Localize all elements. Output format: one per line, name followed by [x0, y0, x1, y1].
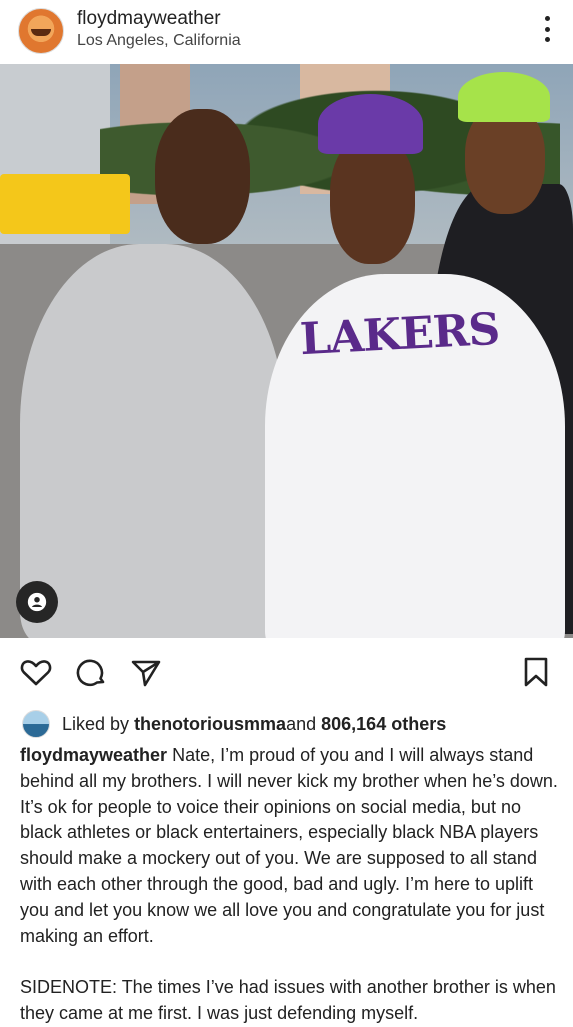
background-bus [0, 174, 130, 234]
comment-icon[interactable] [73, 654, 109, 690]
liker-avatar[interactable] [22, 710, 50, 738]
person-left-head [155, 109, 250, 244]
likes-prefix: Liked by [62, 713, 130, 734]
likes-count[interactable]: 806,164 others [321, 714, 446, 735]
send-icon[interactable] [128, 654, 164, 690]
caption-sidenote: SIDENOTE: The times I’ve had issues with… [20, 977, 556, 1023]
post-photo[interactable]: LAKERS [0, 64, 573, 638]
likes-middle: and [286, 713, 317, 734]
post-header: floydmayweather Los Angeles, California [0, 0, 573, 64]
caption-body: floydmayweather Nate, I’m proud of you a… [20, 743, 560, 949]
liker-username[interactable]: thenotoriousmma [134, 714, 286, 735]
person-center-hat [318, 94, 423, 154]
post-caption: floydmayweather Nate, I’m proud of you a… [20, 743, 560, 1027]
post-username[interactable]: floydmayweather [77, 8, 221, 30]
user-tag-icon[interactable] [16, 581, 58, 623]
caption-username[interactable]: floydmayweather [20, 745, 167, 765]
jersey-lettering: LAKERS [298, 303, 501, 366]
more-vertical-icon[interactable] [543, 16, 551, 42]
person-left [20, 244, 285, 638]
bookmark-icon[interactable] [518, 654, 554, 690]
person-right-hat [458, 72, 550, 122]
heart-icon[interactable] [18, 654, 54, 690]
post-location[interactable]: Los Angeles, California [77, 32, 241, 50]
caption-text: Nate, I’m proud of you and I will always… [20, 745, 558, 946]
likes-row[interactable]: Liked by thenotoriousmma and 806,164 oth… [22, 710, 446, 738]
background-building [0, 64, 110, 264]
avatar[interactable] [18, 8, 64, 54]
action-bar [0, 648, 573, 696]
